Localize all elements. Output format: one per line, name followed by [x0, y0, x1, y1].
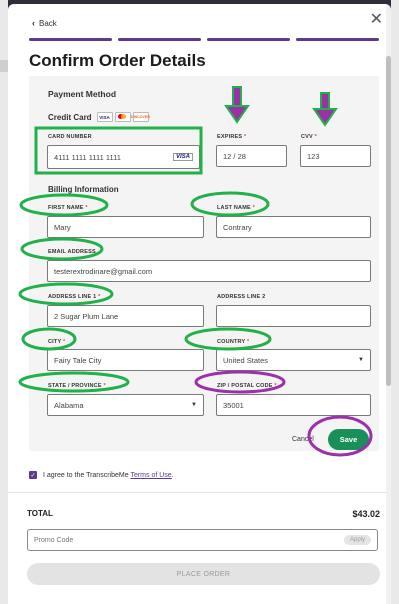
zip-value: 35001 [223, 400, 244, 410]
terms-link[interactable]: Terms of Use [130, 472, 171, 479]
card-number-value: 4111 1111 1111 1111 [54, 152, 121, 162]
promo-placeholder: Promo Code [34, 536, 74, 544]
zip-field[interactable]: 35001 [216, 394, 371, 416]
mastercard-logo-icon [114, 112, 131, 122]
background-right-edge [391, 0, 399, 604]
city-value: Fairy Tale City [54, 355, 102, 365]
back-button[interactable]: ‹ Back [32, 18, 57, 28]
first-name-field[interactable]: Mary [47, 216, 204, 238]
step-1 [29, 38, 112, 41]
payment-method-heading: Payment Method [48, 89, 117, 99]
total-label: TOTAL [27, 509, 53, 518]
step-progress [29, 38, 379, 41]
cvv-field[interactable]: 123 [300, 145, 371, 167]
address-line-2-label: ADDRESS LINE 2 [217, 294, 266, 300]
expires-value: 12 / 28 [223, 151, 246, 161]
credit-card-label: Credit Card [48, 112, 92, 122]
email-label: EMAIL ADDRESS [48, 249, 96, 255]
caret-down-icon: ▼ [191, 402, 197, 408]
first-name-value: Mary [54, 222, 71, 232]
state-label: STATE / PROVINCE * [48, 383, 106, 389]
state-select[interactable]: Alabama ▼ [47, 394, 204, 416]
address-line-1-value: 2 Sugar Plum Lane [54, 311, 119, 321]
last-name-value: Contrary [223, 222, 252, 232]
apply-button[interactable]: Apply [343, 535, 371, 545]
card-logos: VISA DISCOVER [96, 112, 150, 122]
email-field[interactable]: testerextrodinare@gmail.com [47, 260, 371, 282]
caret-down-icon: ▼ [358, 357, 364, 363]
country-value: United States [223, 355, 269, 365]
country-select[interactable]: United States ▼ [216, 349, 371, 371]
checkout-modal: ‹ Back ✕ Confirm Order Details Payment M… [8, 4, 391, 604]
close-icon[interactable]: ✕ [370, 12, 383, 28]
card-number-field[interactable]: 4111 1111 1111 1111 VISA [47, 145, 200, 169]
discover-logo-icon: DISCOVER [131, 112, 150, 122]
first-name-label: FIRST NAME * [48, 205, 88, 211]
page-title: Confirm Order Details [29, 51, 206, 70]
step-4 [296, 38, 379, 41]
back-label: Back [39, 18, 57, 28]
terms-checkbox[interactable]: ✓ [29, 471, 37, 479]
background-left-edge [0, 0, 8, 604]
cvv-label: CVV * [301, 134, 317, 140]
place-order-button[interactable]: PLACE ORDER [27, 563, 380, 585]
visa-logo-icon: VISA [96, 112, 113, 122]
expires-field[interactable]: 12 / 28 [216, 145, 287, 167]
email-value: testerextrodinare@gmail.com [54, 266, 153, 276]
credit-card-option[interactable]: Credit Card VISA DISCOVER [48, 112, 150, 122]
terms-row: ✓ I agree to the TranscribeMe Terms of U… [29, 471, 379, 479]
city-field[interactable]: Fairy Tale City [47, 349, 204, 371]
expires-label: EXPIRES * [217, 134, 247, 140]
zip-label: ZIP / POSTAL CODE * [217, 383, 277, 389]
step-3 [207, 38, 290, 41]
last-name-label: LAST NAME * [217, 205, 255, 211]
chevron-left-icon: ‹ [32, 18, 35, 28]
promo-code-input[interactable]: Promo Code Apply [27, 529, 378, 551]
cvv-value: 123 [307, 151, 320, 161]
country-label: COUNTRY * [217, 339, 250, 345]
step-2 [118, 38, 201, 41]
billing-info-heading: Billing Information [48, 185, 119, 194]
address-line-2-field[interactable] [216, 305, 371, 327]
last-name-field[interactable]: Contrary [216, 216, 371, 238]
card-number-label: CARD NUMBER [48, 134, 92, 140]
address-line-1-field[interactable]: 2 Sugar Plum Lane [47, 305, 204, 327]
cancel-button[interactable]: Cancel [292, 436, 314, 443]
terms-text: I agree to the TranscribeMe Terms of Use… [43, 471, 174, 479]
payment-form-card: Payment Method Credit Card VISA DISCOVER… [29, 76, 379, 451]
total-value: $43.02 [352, 509, 380, 519]
address-line-1-label: ADDRESS LINE 1 * [48, 294, 101, 300]
state-value: Alabama [54, 400, 84, 410]
city-label: CITY * [48, 339, 66, 345]
save-button[interactable]: Save [328, 429, 369, 450]
order-summary-footer: TOTAL $43.02 Promo Code Apply PLACE ORDE… [8, 492, 391, 604]
visa-icon: VISA [172, 153, 193, 161]
